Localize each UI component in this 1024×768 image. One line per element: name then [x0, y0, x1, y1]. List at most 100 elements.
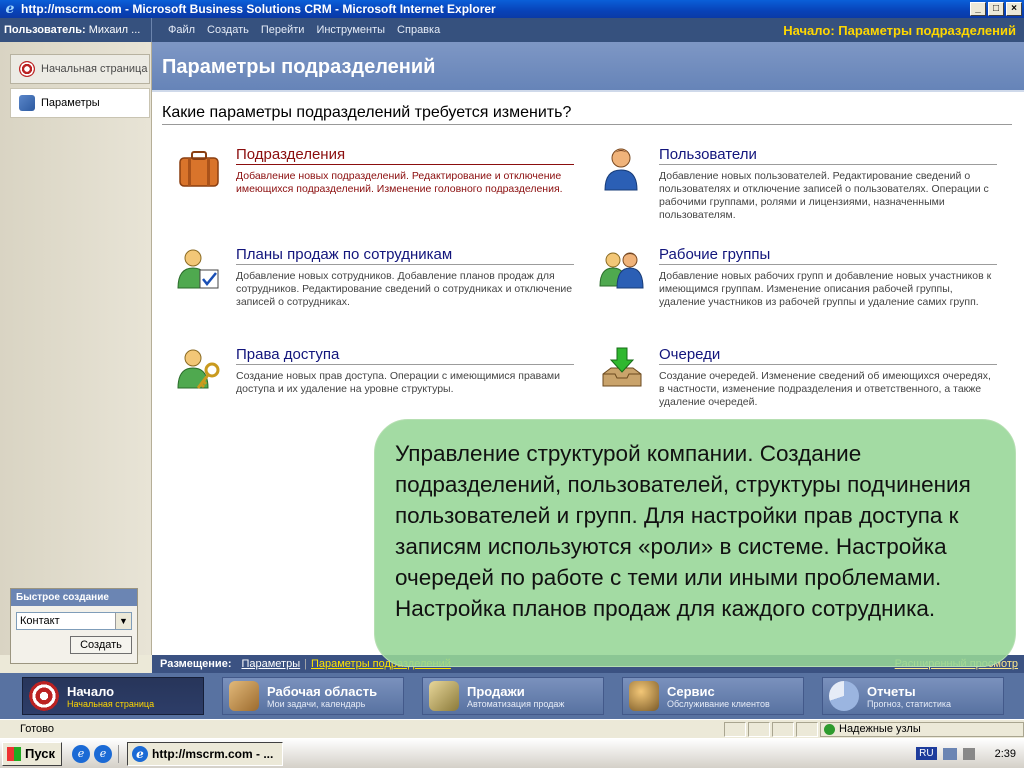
bottom-nav-sales[interactable]: Продажи Автоматизация продаж: [422, 677, 604, 715]
category-description: Создание новых прав доступа. Операции с …: [236, 370, 561, 395]
status-cell: [772, 721, 794, 737]
menu-create[interactable]: Создать: [201, 24, 255, 36]
category-business-units[interactable]: Подразделения Добавление новых подраздел…: [176, 146, 576, 216]
bottom-nav-workplace[interactable]: Рабочая область Мои задачи, календарь: [222, 677, 404, 715]
category-queues[interactable]: Очереди Создание очередей. Изменение све…: [599, 346, 999, 416]
bottom-nav-title: Сервис: [667, 683, 715, 699]
bottom-nav-subtitle: Мои задачи, календарь: [267, 698, 366, 709]
user-checkmark-icon: [177, 249, 219, 289]
window-title: http://mscrm.com - Microsoft Business So…: [21, 2, 496, 16]
bottom-nav-title: Рабочая область: [267, 683, 378, 699]
bottom-nav-reports[interactable]: Отчеты Прогноз, статистика: [822, 677, 1004, 715]
bottom-nav-subtitle: Прогноз, статистика: [867, 698, 952, 709]
briefcase-icon: [179, 151, 219, 187]
reports-icon: [829, 681, 859, 711]
crm-topbar: Пользователь: Михаил ... Файл Создать Пе…: [0, 18, 1024, 42]
category-name[interactable]: Права доступа: [236, 346, 574, 365]
quick-create-selected: Контакт: [20, 615, 60, 627]
target-icon: [29, 681, 59, 711]
inbox-arrow-icon: [602, 347, 642, 387]
task-label: http://mscrm.com - ...: [152, 746, 274, 761]
ie-icon: e: [132, 745, 148, 762]
page-title: Параметры подразделений: [152, 42, 1024, 92]
left-nav: Начальная страница Параметры Быстрое соз…: [0, 42, 152, 664]
ie-icon[interactable]: e: [72, 744, 90, 763]
menu-tools[interactable]: Инструменты: [310, 24, 391, 36]
location-label: Размещение:: [160, 658, 232, 670]
workspace-icon: [229, 681, 259, 711]
nav-settings[interactable]: Параметры: [10, 88, 150, 118]
start-button[interactable]: Пуск: [2, 741, 62, 766]
user-name[interactable]: Михаил ...: [89, 24, 141, 36]
bottom-nav-title: Отчеты: [867, 683, 916, 699]
category-security-roles[interactable]: Права доступа Создание новых прав доступ…: [176, 346, 576, 406]
taskbar-item-ie[interactable]: e http://mscrm.com - ...: [127, 741, 283, 766]
location-separator: |: [304, 658, 307, 670]
ie-icon[interactable]: e: [94, 744, 112, 763]
browser-statusbar: Готово Надежные узлы: [0, 719, 1024, 738]
bottom-nav-subtitle: Автоматизация продаж: [467, 698, 565, 709]
bottom-nav: Начало Начальная страница Рабочая област…: [0, 673, 1024, 719]
user-label: Пользователь:: [4, 24, 86, 36]
location-link-settings[interactable]: Параметры: [241, 658, 300, 670]
category-name[interactable]: Подразделения: [236, 146, 574, 165]
user-info: Пользователь: Михаил ...: [0, 18, 152, 42]
user-key-icon: [177, 349, 220, 389]
quick-create-select[interactable]: Контакт ▼: [16, 612, 132, 630]
quick-launch: e e: [72, 744, 119, 763]
status-cell: [796, 721, 818, 737]
callout-text: Управление структурой компании. Создание…: [374, 419, 1016, 667]
status-text: Готово: [20, 723, 54, 735]
chevron-down-icon[interactable]: ▼: [115, 613, 131, 629]
volume-icon[interactable]: [962, 747, 975, 760]
bottom-nav-subtitle: Обслуживание клиентов: [667, 698, 770, 709]
menu-go[interactable]: Перейти: [255, 24, 311, 36]
language-indicator[interactable]: RU: [916, 747, 937, 760]
bottom-nav-subtitle: Начальная страница: [67, 698, 155, 709]
quick-create-title: Быстрое создание: [11, 589, 137, 606]
bottom-nav-title: Начало: [67, 683, 115, 699]
maximize-button[interactable]: □: [988, 2, 1004, 16]
divider: [162, 124, 1012, 125]
category-name[interactable]: Пользователи: [659, 146, 997, 165]
main-menu: Файл Создать Перейти Инструменты Справка: [162, 24, 446, 36]
minimize-button[interactable]: _: [970, 2, 986, 16]
category-description: Добавление новых сотрудников. Добавление…: [236, 270, 573, 308]
taskbar: Пуск e e e http://mscrm.com - ... RU 2:3…: [0, 738, 1024, 768]
category-description: Добавление новых пользователей. Редактир…: [659, 170, 989, 221]
settings-icon: [19, 95, 35, 111]
network-icon[interactable]: [942, 747, 957, 760]
category-users[interactable]: Пользователи Добавление новых пользовате…: [599, 146, 999, 221]
security-zone: Надежные узлы: [820, 721, 1024, 737]
bottom-nav-service[interactable]: Сервис Обслуживание клиентов: [622, 677, 804, 715]
start-label: Пуск: [25, 746, 55, 761]
window-titlebar: e http://mscrm.com - Microsoft Business …: [0, 0, 1024, 18]
zone-label: Надежные узлы: [839, 722, 921, 735]
breadcrumb: Начало: Параметры подразделений: [783, 22, 1016, 38]
user-icon: [604, 148, 638, 191]
ie-icon: e: [5, 1, 15, 17]
clock[interactable]: 2:39: [995, 748, 1016, 760]
target-icon: [19, 61, 35, 77]
quick-create-button[interactable]: Создать: [70, 636, 132, 654]
sales-icon: [429, 681, 459, 711]
category-teams[interactable]: Рабочие группы Добавление новых рабочих …: [599, 246, 999, 326]
status-cell: [748, 721, 770, 737]
category-name[interactable]: Планы продаж по сотрудникам: [236, 246, 574, 265]
quick-create-panel: Быстрое создание Контакт ▼ Создать: [10, 588, 138, 664]
nav-home-label: Начальная страница: [41, 63, 148, 75]
bottom-nav-home[interactable]: Начало Начальная страница: [22, 677, 204, 715]
category-name[interactable]: Рабочие группы: [659, 246, 997, 265]
menu-file[interactable]: Файл: [162, 24, 201, 36]
nav-home-page[interactable]: Начальная страница: [10, 54, 150, 84]
system-tray: RU 2:39: [908, 742, 1024, 766]
close-button[interactable]: ×: [1006, 2, 1022, 16]
category-name[interactable]: Очереди: [659, 346, 997, 365]
category-description: Создание очередей. Изменение сведений об…: [659, 370, 991, 408]
category-sales-plans[interactable]: Планы продаж по сотрудникам Добавление н…: [176, 246, 576, 316]
nav-settings-label: Параметры: [41, 97, 100, 109]
checkmark-icon: [824, 723, 835, 735]
menu-help[interactable]: Справка: [391, 24, 446, 36]
service-icon: [629, 681, 659, 711]
status-cell: [724, 721, 746, 737]
